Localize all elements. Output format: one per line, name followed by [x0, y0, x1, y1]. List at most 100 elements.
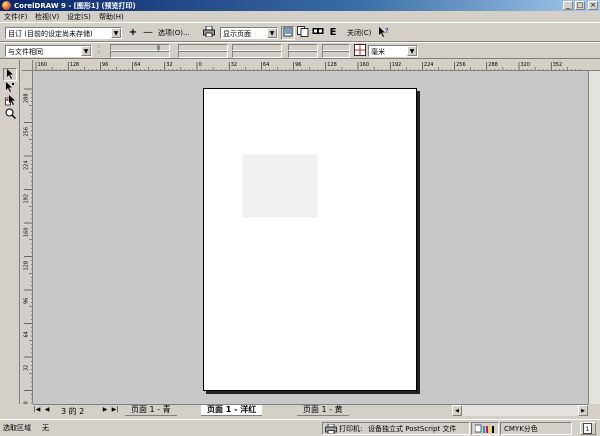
full-screen-preview-icon[interactable]	[281, 26, 295, 40]
window-title: CorelDRAW 9 - [图形1] (预览打印)	[14, 2, 136, 10]
layout-property-bar: 与文件相同 ▼ x: y: ▲ ▼ 毫米 ▼	[0, 42, 600, 59]
add-style-button[interactable]: +	[126, 26, 140, 40]
ruler-label: 32	[231, 62, 237, 68]
ruler-label: 224	[24, 160, 30, 170]
vertical-ruler: 288 256 224 192 160 128 96 64 32 0	[22, 71, 33, 404]
svg-text:?: ?	[385, 27, 389, 35]
ruler-label: 96	[295, 62, 301, 68]
preview-rectangle-object[interactable]	[242, 154, 318, 218]
menu-help[interactable]: 帮助(H)	[99, 12, 124, 22]
print-page	[203, 88, 417, 391]
ruler-label: 160	[360, 62, 370, 68]
first-page-icon[interactable]: |◀	[33, 406, 41, 415]
menu-view[interactable]: 检视(V)	[35, 12, 59, 22]
tile-count-y-field[interactable]	[322, 51, 350, 58]
color-preview-panel	[471, 422, 499, 435]
next-page-icon[interactable]: ▶	[101, 406, 109, 415]
ruler-label: 256	[24, 127, 30, 137]
ruler-label: 224	[424, 62, 434, 68]
printer-label: 打印机:	[339, 425, 363, 433]
remove-style-button[interactable]: —	[141, 26, 155, 40]
whats-this-help-icon[interactable]: ?	[377, 26, 391, 40]
tile-count-x-field[interactable]	[322, 44, 350, 51]
printer-value: 设备独立式 PostScript 文件	[368, 425, 457, 433]
ruler-label: 96	[24, 298, 30, 304]
options-button[interactable]: 选项(O)...	[158, 28, 190, 38]
scroll-right-icon[interactable]: ▶	[578, 405, 588, 416]
height-field[interactable]	[178, 51, 228, 58]
previous-page-icon[interactable]: ◀	[43, 406, 51, 415]
imposition-layout-tool-icon[interactable]	[3, 95, 17, 108]
separations-icon[interactable]	[311, 26, 325, 40]
printer-icon	[325, 423, 337, 436]
pick-tool-icon[interactable]	[3, 68, 17, 81]
ruler-label: 192	[392, 62, 402, 68]
page-count-icon[interactable]: 1	[580, 422, 596, 435]
chevron-down-icon[interactable]: ▼	[407, 46, 417, 56]
units-value: 毫米	[371, 48, 385, 56]
chevron-down-icon[interactable]: ▼	[81, 46, 91, 56]
scroll-left-icon[interactable]: ◀	[452, 405, 462, 416]
close-window-button[interactable]: ×	[588, 1, 598, 10]
scale-x-field[interactable]	[232, 44, 282, 51]
emulsion-button[interactable]: E	[326, 26, 340, 40]
scrollbar-corner	[588, 404, 600, 416]
position-icon: x: y:	[97, 44, 102, 55]
color-bars-icon	[474, 424, 497, 436]
chevron-down-icon[interactable]: ▼	[111, 28, 121, 38]
ruler-label: 96	[102, 62, 108, 68]
print-tiled-pages-icon[interactable]	[296, 26, 310, 40]
view-mode-combo[interactable]: 显示页面 ▼	[220, 27, 278, 39]
menu-file[interactable]: 文件(F)	[4, 12, 28, 22]
ruler-label: 128	[24, 261, 30, 271]
minimize-button[interactable]: _	[563, 1, 573, 10]
menu-bar: 文件(F) 检视(V) 设定(S) 帮助(H)	[0, 11, 600, 22]
ruler-label: 160	[38, 62, 48, 68]
layout-value: 与文件相同	[8, 48, 43, 56]
vertical-scrollbar[interactable]	[588, 71, 600, 404]
color-mode-value: CMYK分色	[504, 425, 538, 433]
tab-page-magenta[interactable]: 页面 1 - 洋红	[201, 405, 263, 416]
tile-x-field[interactable]	[288, 44, 318, 51]
color-mode-panel: CMYK分色	[500, 422, 572, 435]
page-counter: 3 的 2	[61, 407, 85, 416]
ruler-label: 256	[456, 62, 466, 68]
ruler-ticks: 160 128 96 64 32 0 32 64 96 128 160 192 224 256 288 320…	[35, 62, 580, 70]
ruler-label: 0	[24, 401, 30, 404]
maximize-button[interactable]: □	[575, 1, 585, 10]
print-style-value: 目订 (目前的设定尚未存储)	[8, 30, 93, 38]
selection-value: 无	[42, 424, 49, 432]
horizontal-ruler: 160 128 96 64 32 0 32 64 96 128 160 192 224 256 288 320…	[22, 60, 600, 71]
layout-combo[interactable]: 与文件相同 ▼	[5, 45, 92, 57]
chevron-down-icon[interactable]: ▼	[267, 28, 277, 38]
coreldraw-app-icon[interactable]	[2, 1, 11, 10]
close-preview-button[interactable]: 关闭(C)	[347, 28, 371, 38]
ruler-label: 32	[24, 365, 30, 371]
zoom-tool-icon[interactable]	[3, 108, 17, 121]
status-bar: 选取区域 无 打印机: 设备独立式 PostScript 文件 CMYK分色 1	[0, 419, 600, 436]
view-mode-value: 显示页面	[223, 30, 251, 38]
print-preview-toolbar: 目订 (目前的设定尚未存储) ▼ + — 选项(O)... 显示页面 ▼ E 关…	[0, 22, 600, 42]
ruler-label: 288	[24, 93, 30, 103]
tab-page-yellow[interactable]: 页面 1 - 黄	[297, 405, 349, 416]
menu-settings[interactable]: 设定(S)	[67, 12, 91, 22]
position-y-field[interactable]	[110, 51, 170, 58]
ruler-label: 64	[263, 62, 269, 68]
center-image-icon[interactable]	[353, 44, 367, 58]
width-field[interactable]	[178, 44, 228, 51]
print-style-combo[interactable]: 目订 (目前的设定尚未存储) ▼	[5, 27, 122, 39]
ruler-label: 64	[24, 331, 30, 337]
horizontal-scrollbar[interactable]: ◀ ▶	[452, 405, 588, 416]
preview-canvas[interactable]	[33, 71, 588, 404]
tile-y-field[interactable]	[288, 51, 318, 58]
ruler-label: 352	[553, 62, 563, 68]
scale-y-field[interactable]	[232, 51, 282, 58]
printer-icon[interactable]	[202, 25, 216, 40]
selection-label: 选取区域	[3, 424, 31, 432]
marks-placement-tool-icon[interactable]	[3, 82, 17, 95]
units-combo[interactable]: 毫米 ▼	[368, 45, 418, 57]
ruler-origin-corner[interactable]	[22, 60, 33, 71]
ruler-label: 128	[327, 62, 337, 68]
last-page-icon[interactable]: ▶|	[111, 406, 119, 415]
tab-page-cyan[interactable]: 页面 1 - 青	[125, 405, 177, 416]
